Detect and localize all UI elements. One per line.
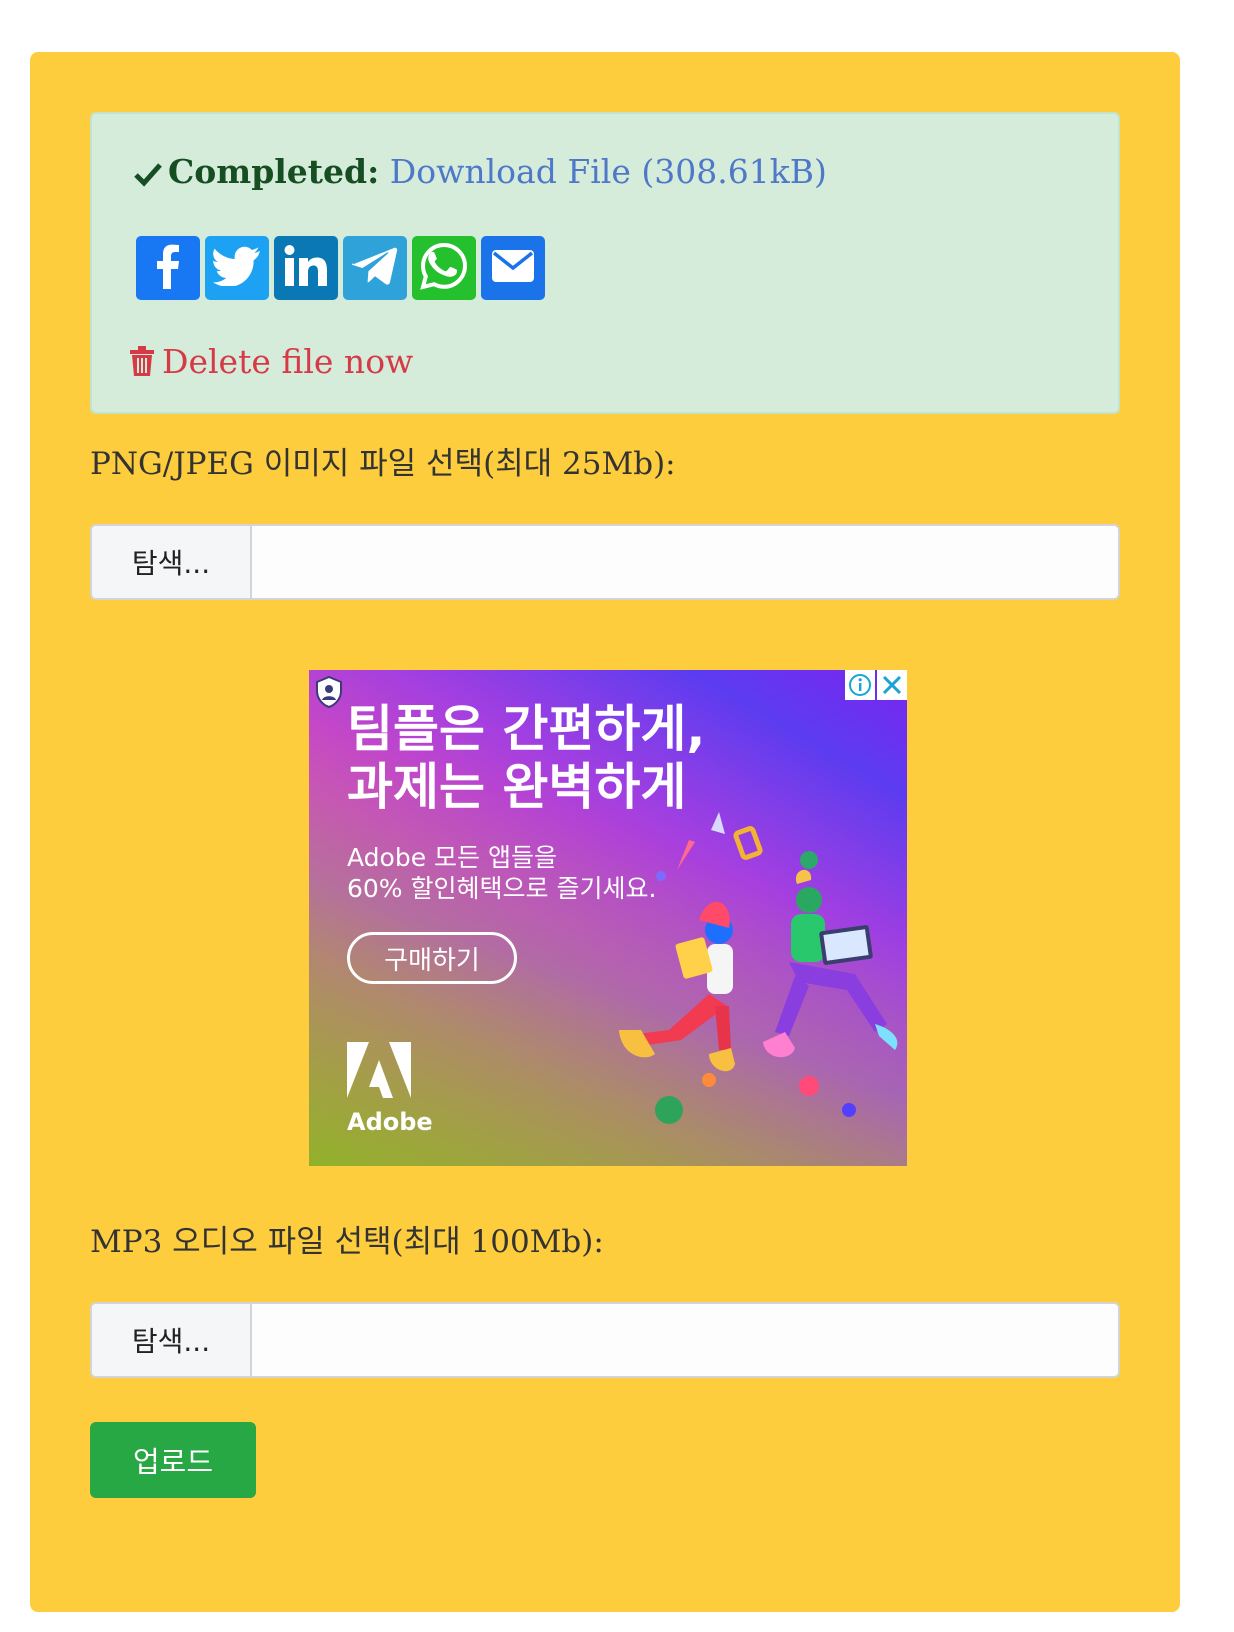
- linkedin-icon: [284, 245, 328, 291]
- completed-label: Completed:: [168, 152, 380, 191]
- ad-headline-line: 과제는 완벽하게: [347, 758, 687, 816]
- audio-file-label: MP3 오디오 파일 선택(최대 100Mb):: [90, 1224, 604, 1260]
- email-icon: [491, 249, 535, 287]
- ad-headline: 팀플은 간편하게, 과제는 완벽하게: [347, 700, 705, 816]
- delete-file-label: Delete file now: [162, 342, 414, 381]
- ad-info-icon[interactable]: [845, 670, 875, 700]
- checkmark-icon: [134, 156, 162, 196]
- ad-controls: [843, 670, 907, 700]
- upload-button[interactable]: 업로드: [90, 1422, 256, 1498]
- image-file-label: PNG/JPEG 이미지 파일 선택(최대 25Mb):: [90, 446, 676, 482]
- audio-file-input[interactable]: 탐색...: [90, 1302, 1120, 1378]
- converter-panel: Completed: Download File (308.61kB) Dele…: [30, 52, 1180, 1612]
- ad-headline-line: 팀플은 간편하게,: [347, 700, 706, 758]
- trash-icon: [130, 345, 154, 385]
- image-browse-button[interactable]: 탐색...: [92, 526, 252, 598]
- email-share-button[interactable]: [481, 236, 545, 300]
- twitter-share-button[interactable]: [205, 236, 269, 300]
- ad-buy-button[interactable]: 구매하기: [347, 932, 517, 984]
- download-file-link[interactable]: Download File (308.61kB): [390, 152, 827, 191]
- audio-browse-button[interactable]: 탐색...: [92, 1304, 252, 1376]
- facebook-share-button[interactable]: [136, 236, 200, 300]
- twitter-icon: [212, 246, 261, 290]
- telegram-icon: [351, 246, 398, 290]
- adobe-logo-icon: [347, 1042, 411, 1102]
- delete-file-link[interactable]: Delete file now: [130, 342, 413, 385]
- linkedin-share-button[interactable]: [274, 236, 338, 300]
- completed-alert: Completed: Download File (308.61kB) Dele…: [90, 112, 1120, 414]
- whatsapp-icon: [420, 242, 468, 294]
- ad-close-icon[interactable]: [877, 670, 907, 700]
- status-line: Completed: Download File (308.61kB): [134, 152, 827, 196]
- ad-illustration-icon: [559, 810, 899, 1154]
- ad-shield-icon: [315, 675, 343, 712]
- whatsapp-share-button[interactable]: [412, 236, 476, 300]
- image-file-input[interactable]: 탐색...: [90, 524, 1120, 600]
- telegram-share-button[interactable]: [343, 236, 407, 300]
- facebook-icon: [148, 243, 188, 293]
- ad-brand-name: Adobe: [347, 1108, 433, 1136]
- advertisement-banner[interactable]: 팀플은 간편하게, 과제는 완벽하게 Adobe 모든 앱들을 60% 할인혜택…: [309, 670, 907, 1166]
